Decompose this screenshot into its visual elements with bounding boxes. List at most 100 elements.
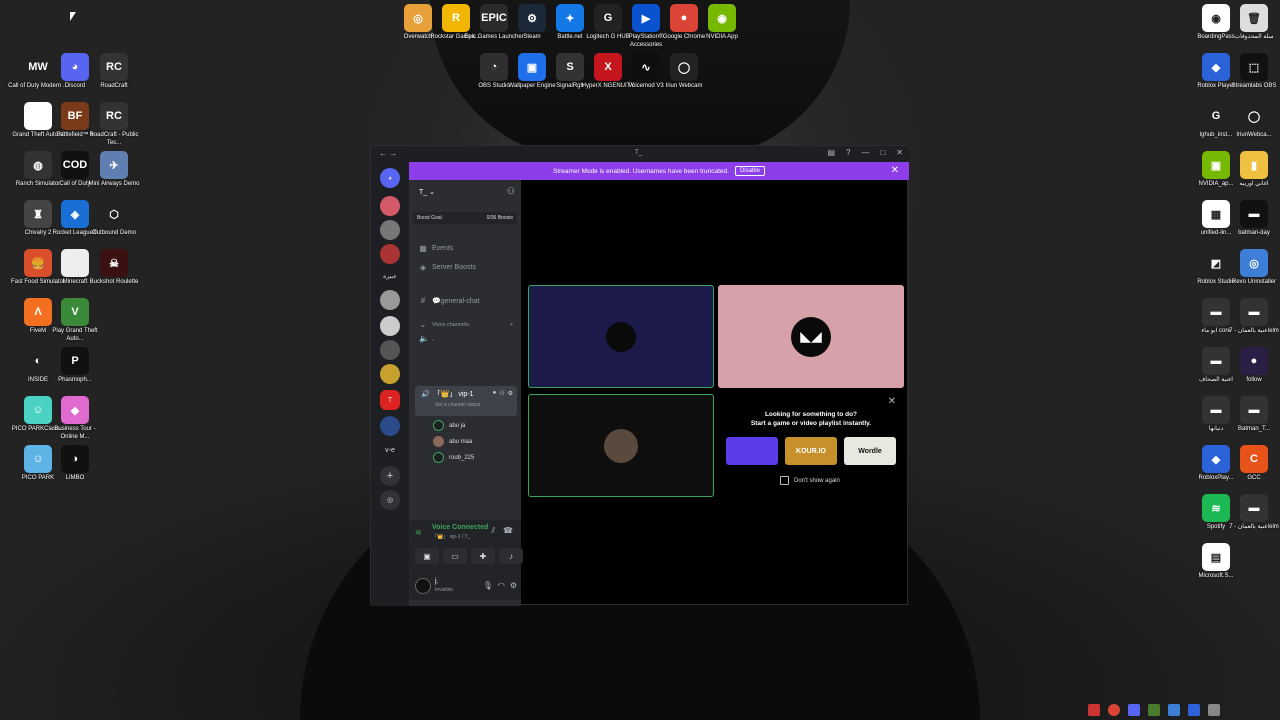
close-icon[interactable]: ✕ [888,396,896,407]
avatar[interactable] [415,578,431,594]
back-forward-icons[interactable]: ← → [379,149,397,158]
server-icon[interactable] [380,220,400,240]
server-label[interactable]: v-e [380,440,400,460]
voice-channel[interactable]: 🔈, [419,334,434,343]
voice-connection-panel: ≋ Voice Connected 「👑」 vip-1 / T_ ⫽ ☎ ▣ ▭ … [409,520,523,574]
noise-suppression-icon[interactable]: ⫽ [491,526,495,536]
events-item[interactable]: ▦ Events [419,244,453,253]
invite-icon[interactable]: ⚇ [499,390,504,397]
banner-close-icon[interactable]: ✕ [891,165,899,176]
desktop-icon[interactable]: RC RoadCraft [84,53,144,91]
desktop-icon[interactable]: ◑ LIMBO [45,445,105,483]
activity-suggestion: ✕ Looking for something to do? Start a g… [718,394,904,497]
desktop-icon[interactable]: ⬡ Outbound Demo [84,200,144,238]
desktop-icon-label: Mini Airways Demo [88,181,140,187]
add-server-icon[interactable]: + [380,466,400,486]
checkbox[interactable] [780,476,789,485]
dont-show-again-checkbox[interactable]: Don't show again [780,476,840,485]
voice-member[interactable]: abu maa [433,436,472,447]
server-icon[interactable] [380,316,400,336]
server-icon[interactable] [380,340,400,360]
disable-button[interactable]: Disable [734,166,765,176]
desktop-icon[interactable]: 🗑 سلة المحذوفات [1224,4,1280,42]
desktop-icon[interactable]: ● follow [1224,347,1280,385]
video-tile[interactable] [528,394,714,497]
app-icon: ✈ [100,151,128,179]
server-label[interactable]: عبيرة [380,266,400,286]
desktop-icon[interactable]: ▤ Microsoft.S... [1186,543,1246,581]
server-icon[interactable] [380,290,400,310]
desktop-icon[interactable]: ☠ Buckshot Roulette [84,249,144,287]
desktop-icon[interactable]: ✈ Mini Airways Demo [84,151,144,189]
activity-game-card[interactable] [726,437,778,465]
voice-member[interactable]: abu ja [433,420,465,431]
desktop-icon[interactable]: ▮ اغاني اوربيه [1224,151,1280,189]
app-icon[interactable] [1188,704,1200,716]
tray-app-icon[interactable] [1088,704,1100,716]
activity-game-card[interactable]: KOUR.IO [785,437,837,465]
server-boosts-item[interactable]: ◈ Server Boosts [419,263,476,272]
desktop-icon[interactable]: ◯ IriunWebca... [1224,102,1280,140]
microphone-icon[interactable]: 🎙 [483,581,493,590]
desktop-icon[interactable]: P Phasmoph... [45,347,105,385]
disconnect-icon[interactable]: ☎ [503,526,513,536]
boost-goal[interactable]: Boost Goal 0/36 Boosts [413,212,517,224]
soundboard-button[interactable]: ♪ [499,548,523,564]
desktop-icon[interactable]: ▬ batman-day [1224,200,1280,238]
inbox-icon[interactable]: ▤ [827,148,835,157]
desktop-icon[interactable]: ◉ NVIDIA App [692,4,752,42]
chat-icon[interactable]: ● [493,390,497,397]
headphones-icon[interactable]: ◠ [498,581,505,590]
server-icon[interactable] [380,196,400,216]
discord-window: ← → T_ ▤ ? — □ ✕ Streamer Mode is enable… [370,145,909,606]
minecraft-icon[interactable] [1148,704,1160,716]
invite-icon[interactable]: ⚇ [507,186,515,197]
speaker-icon: 🔈 [419,334,429,343]
add-channel-icon[interactable]: + [510,322,513,328]
server-name[interactable]: T_ ⌄ [419,188,435,196]
app-icon: ▬ [1240,298,1268,326]
desktop-icon[interactable]: C GCC [1224,445,1280,483]
active-server-icon[interactable]: T [380,390,400,410]
video-tile[interactable] [528,285,714,388]
close-button[interactable]: ✕ [896,148,903,157]
app-icon[interactable] [1208,704,1220,716]
channel-status[interactable]: Set a channel status [435,402,480,408]
desktop-icon-label: دنيانها [1208,426,1224,432]
voice-member[interactable]: roob_225 [433,452,474,463]
activity-game-card[interactable]: Wordle [844,437,896,465]
desktop-icon[interactable]: ◯ Iriun Webcam [654,53,714,91]
screen-share-button[interactable]: ▭ [443,548,467,564]
help-icon[interactable]: ? [846,148,850,157]
activity-button[interactable]: ✚ [471,548,495,564]
discord-home-icon[interactable]: ◕ [380,168,400,188]
desktop-icon[interactable]: ▬ اغنية بالعمان - 7elm [1224,494,1280,532]
discord-icon[interactable] [1128,704,1140,716]
window-icon[interactable] [1168,704,1180,716]
gear-icon[interactable]: ⚙ [510,581,517,590]
discover-icon[interactable]: ◎ [380,490,400,510]
desktop-icon[interactable]: ▬ اغنية بالعمان - 7elm [1224,298,1280,336]
desktop-icon[interactable]: V Play Grand Theft Auto... [45,298,105,343]
chrome-icon[interactable] [1108,704,1120,716]
desktop-icon[interactable]: ◎ Revo Uninstaller [1224,249,1280,287]
desktop-icon[interactable]: ◆ Business Tour - Online M... [45,396,105,441]
activity-subtitle: Start a game or video playlist instantly… [750,420,872,427]
voice-category[interactable]: ⌄ Voice channels + [419,320,514,329]
active-voice-channel[interactable]: 🔊 「👑」 vip-1 ● ⚇ ⚙ Set a channel status [415,386,517,416]
maximize-button[interactable]: □ [880,148,885,157]
minimize-button[interactable]: — [861,148,869,157]
text-channel[interactable]: # 💬general-chat [419,296,480,305]
video-tile[interactable]: ◣◢ [718,285,904,388]
camera-button[interactable]: ▣ [415,548,439,564]
server-icon[interactable] [380,416,400,436]
app-icon: ● [1240,347,1268,375]
desktop-icon[interactable]: ▬ Batman_T... [1224,396,1280,434]
gear-icon[interactable]: ⚙ [508,390,513,397]
server-icon[interactable] [380,244,400,264]
boost-icon: ◈ [419,263,427,272]
server-icon[interactable] [380,364,400,384]
desktop-icon[interactable]: ⬚ Streamlabs OBS [1224,53,1280,91]
voice-connected-status[interactable]: Voice Connected [432,524,488,531]
desktop-icon[interactable]: RC RoadCraft - Public Tes... [84,102,144,147]
